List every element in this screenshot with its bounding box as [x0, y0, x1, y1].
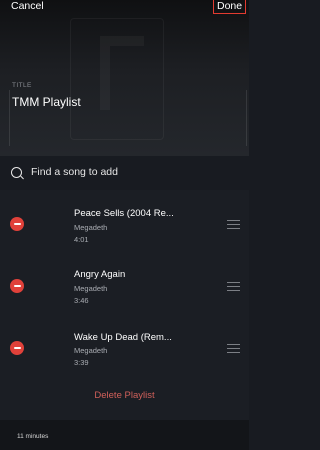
drag-handle-icon[interactable] — [227, 344, 240, 353]
title-field-label: TITLE — [12, 82, 32, 89]
drag-handle-icon[interactable] — [227, 282, 240, 291]
song-duration: 3:39 — [74, 358, 89, 367]
song-artist: Megadeth — [74, 223, 108, 232]
list-item[interactable]: Wake Up Dead (Rem... Megadeth 3:39 — [0, 323, 249, 385]
remove-song-icon[interactable] — [10, 279, 24, 293]
list-item[interactable]: Peace Sells (2004 Re... Megadeth 4:01 — [0, 198, 249, 260]
album-art — [31, 331, 65, 365]
drag-handle-icon[interactable] — [227, 220, 240, 229]
song-artist: Megadeth — [74, 346, 108, 355]
song-duration: 4:01 — [74, 235, 89, 244]
title-input[interactable]: TMM Playlist — [12, 95, 81, 109]
search-icon — [11, 167, 22, 178]
playlist-duration: 11 minutes — [17, 433, 49, 440]
list-item[interactable]: Angry Again Megadeth 3:46 — [0, 260, 249, 322]
remove-song-icon[interactable] — [10, 341, 24, 355]
song-artist: Megadeth — [74, 284, 108, 293]
song-title: Peace Sells (2004 Re... — [74, 208, 174, 219]
song-list: Peace Sells (2004 Re... Megadeth 4:01 An… — [0, 190, 249, 420]
song-title: Wake Up Dead (Rem... — [74, 332, 172, 343]
done-button[interactable]: Done — [213, 0, 247, 14]
remove-song-icon[interactable] — [10, 217, 24, 231]
delete-playlist-button[interactable]: Delete Playlist — [0, 390, 249, 401]
album-art — [31, 207, 65, 241]
album-art — [31, 269, 65, 303]
song-duration: 3:46 — [74, 296, 89, 305]
search-input[interactable]: Find a song to add — [31, 166, 118, 178]
song-title: Angry Again — [74, 269, 126, 280]
cancel-button[interactable]: Cancel — [11, 0, 44, 12]
